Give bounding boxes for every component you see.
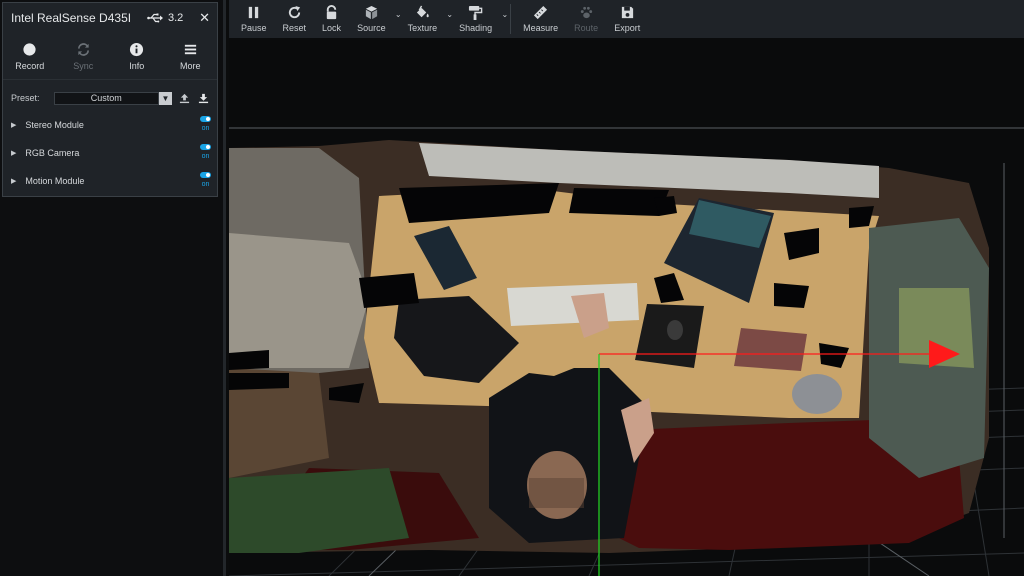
chevron-down-icon: ⌄	[501, 10, 509, 19]
info-button[interactable]: Info	[110, 33, 164, 79]
texture-label: Texture	[407, 23, 438, 33]
texture-dropdown[interactable]: ⌄ Texture	[400, 0, 453, 38]
module-rgb[interactable]: ▶ RGB Camera on	[3, 139, 217, 167]
upload-preset-button[interactable]	[179, 92, 190, 104]
more-label: More	[179, 60, 201, 71]
shading-label: Shading	[459, 23, 493, 33]
record-button[interactable]: Record	[3, 33, 57, 79]
paint-bucket-icon	[416, 5, 429, 18]
toggle-state: on	[201, 153, 210, 160]
preset-dropdown[interactable]: Custom ▼	[53, 91, 172, 105]
save-icon	[621, 6, 633, 19]
sync-icon	[77, 42, 89, 56]
paw-icon	[580, 6, 592, 19]
expand-arrow-icon[interactable]: ▶	[11, 149, 16, 157]
lock-label: Lock	[322, 23, 342, 33]
pause-button[interactable]: Pause	[233, 0, 275, 38]
close-icon[interactable]: ✕	[199, 10, 210, 26]
sync-button[interactable]: Sync	[57, 33, 111, 79]
source-label: Source	[357, 23, 386, 33]
lock-button[interactable]: Lock	[314, 0, 349, 38]
lock-icon	[326, 5, 337, 20]
record-icon	[23, 42, 36, 56]
device-sidebar: Intel RealSense D435I 3.2 ✕ Record Sync …	[0, 0, 226, 576]
preset-value: Custom	[90, 93, 122, 103]
device-panel-header: Intel RealSense D435I 3.2 ✕	[3, 3, 217, 33]
usb-icon	[147, 13, 163, 23]
info-label: Info	[129, 60, 145, 71]
module-motion[interactable]: ▶ Motion Module on	[3, 167, 217, 195]
source-dropdown[interactable]: ⌄ Source	[349, 0, 402, 38]
expand-arrow-icon[interactable]: ▶	[11, 121, 16, 129]
scene-keyboard	[507, 283, 639, 326]
toolbar-divider	[510, 4, 512, 34]
ruler-icon	[534, 5, 548, 20]
pointcloud-viewport[interactable]	[229, 38, 1024, 576]
route-label: Route	[574, 23, 599, 33]
pointcloud-render	[229, 127, 1024, 576]
menu-icon	[184, 44, 196, 54]
record-label: Record	[15, 60, 45, 71]
usb-version: 3.2	[168, 12, 184, 24]
preset-label: Preset:	[11, 93, 40, 103]
info-icon	[130, 42, 144, 56]
toggle-state: on	[201, 181, 210, 188]
expand-arrow-icon[interactable]: ▶	[11, 177, 16, 185]
measure-label: Measure	[523, 23, 559, 33]
cube-icon	[365, 5, 377, 20]
shading-dropdown[interactable]: ⌄ Shading	[451, 0, 509, 38]
reset-button[interactable]: Reset	[275, 0, 315, 38]
toggle-switch-icon	[200, 172, 211, 178]
upload-icon	[179, 93, 190, 103]
module-label: RGB Camera	[25, 148, 80, 158]
download-icon	[198, 93, 209, 103]
viewer-toolbar: Pause Reset Lock ⌄ Source ⌄ Texture ⌄ Sh…	[229, 0, 1024, 38]
toggle-switch-icon	[200, 116, 211, 122]
usb-indicator: 3.2	[147, 12, 183, 24]
preset-row: Preset: Custom ▼	[3, 85, 217, 111]
measure-button[interactable]: Measure	[515, 0, 566, 38]
module-stereo[interactable]: ▶ Stereo Module on	[3, 111, 217, 139]
reset-icon	[288, 5, 300, 19]
rgb-toggle[interactable]: on	[200, 144, 211, 160]
download-preset-button[interactable]	[198, 92, 209, 104]
module-label: Motion Module	[25, 176, 85, 186]
route-button[interactable]: Route	[566, 0, 606, 38]
export-label: Export	[614, 23, 641, 33]
paint-roller-icon	[469, 5, 483, 20]
more-button[interactable]: More	[164, 33, 218, 79]
chevron-down-icon: ▼	[159, 91, 172, 105]
toggle-switch-icon	[200, 144, 211, 150]
sync-label: Sync	[73, 60, 94, 71]
module-label: Stereo Module	[25, 120, 84, 130]
reset-label: Reset	[282, 23, 307, 33]
motion-toggle[interactable]: on	[200, 172, 211, 188]
pause-icon	[249, 6, 259, 19]
toggle-state: on	[201, 125, 210, 132]
pause-label: Pause	[241, 23, 267, 33]
export-button[interactable]: Export	[606, 0, 648, 38]
device-panel: Intel RealSense D435I 3.2 ✕ Record Sync …	[2, 2, 218, 197]
stereo-toggle[interactable]: on	[200, 116, 211, 132]
device-name: Intel RealSense D435I	[11, 11, 132, 25]
device-actions: Record Sync Info More	[3, 33, 217, 80]
